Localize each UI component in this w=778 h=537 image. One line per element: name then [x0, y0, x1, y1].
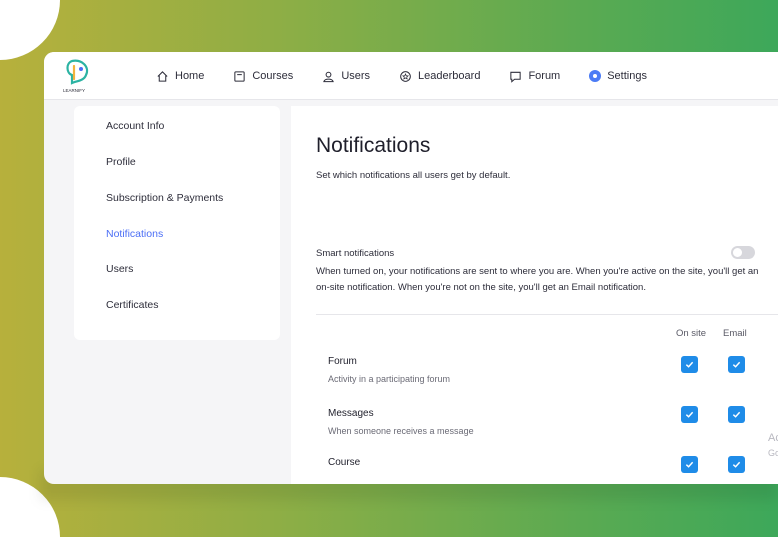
logo-text: LEARNIFY: [63, 88, 85, 93]
sidebar-item-notifications[interactable]: Notifications: [106, 228, 163, 240]
nav-courses[interactable]: Courses: [233, 70, 293, 83]
nav-settings-label: Settings: [607, 70, 647, 82]
course-onsite-checkbox[interactable]: [681, 456, 698, 473]
sidebar-item-users[interactable]: Users: [106, 263, 133, 275]
forum-email-checkbox[interactable]: [728, 356, 745, 373]
app-window: LEARNIFY Home Courses Users Leaderboard: [44, 52, 778, 484]
checkmark-icon: [685, 461, 694, 468]
row-messages-description: When someone receives a message: [328, 426, 474, 436]
activation-watermark-line2: Go: [768, 448, 778, 458]
row-course-title: Course: [328, 457, 361, 468]
sidebar-item-subscription-payments[interactable]: Subscription & Payments: [106, 192, 223, 204]
activation-watermark-line1: Ac: [768, 432, 778, 444]
nav-users-label: Users: [341, 70, 371, 82]
checkmark-icon: [685, 361, 694, 368]
forum-icon: [510, 71, 522, 83]
messages-email-checkbox[interactable]: [728, 406, 745, 423]
smart-notifications-label: Smart notifications: [316, 248, 395, 259]
row-forum-description: Activity in a participating forum: [328, 374, 451, 384]
sidebar-item-profile[interactable]: Profile: [106, 156, 136, 168]
users-icon: [323, 71, 335, 82]
section-divider: [316, 314, 778, 315]
page-title: Notifications: [316, 134, 431, 157]
checkmark-icon: [685, 411, 694, 418]
nav-items: Home Courses Users Leaderboard Forum Set…: [156, 52, 676, 100]
smart-notifications-toggle[interactable]: [731, 246, 755, 259]
nav-courses-label: Courses: [252, 70, 294, 82]
smart-notifications-description: When turned on, your notifications are s…: [316, 266, 759, 293]
courses-icon: [234, 70, 245, 82]
nav-home-label: Home: [175, 70, 205, 82]
nav-forum[interactable]: Forum: [509, 70, 560, 83]
nav-settings[interactable]: Settings: [589, 70, 647, 82]
sidebar-item-account-info[interactable]: Account Info: [106, 120, 164, 132]
column-header-onsite: On site: [676, 328, 707, 339]
checkmark-icon: [732, 411, 741, 418]
row-messages-title: Messages: [328, 408, 374, 419]
sidebar-item-certificates[interactable]: Certificates: [106, 299, 159, 311]
top-navigation-bar: LEARNIFY Home Courses Users Leaderboard: [44, 52, 778, 100]
course-email-checkbox[interactable]: [728, 456, 745, 473]
checkmark-icon: [732, 461, 741, 468]
row-forum-title: Forum: [328, 356, 357, 367]
column-header-email: Email: [723, 328, 747, 339]
forum-onsite-checkbox[interactable]: [681, 356, 698, 373]
nav-home[interactable]: Home: [156, 70, 204, 83]
notifications-panel: Notifications Set which notifications al…: [291, 106, 778, 484]
settings-sidebar: Account Info Profile Subscription & Paym…: [74, 106, 280, 340]
leaderboard-icon: [400, 70, 411, 82]
learnify-logo-icon[interactable]: LEARNIFY: [62, 57, 94, 95]
nav-leaderboard[interactable]: Leaderboard: [399, 70, 480, 83]
messages-onsite-checkbox[interactable]: [681, 406, 698, 423]
home-icon: [157, 70, 168, 82]
settings-icon: [589, 70, 602, 82]
nav-forum-label: Forum: [528, 70, 561, 82]
nav-users[interactable]: Users: [322, 70, 370, 83]
page-subtitle: Set which notifications all users get by…: [316, 170, 511, 181]
checkmark-icon: [732, 361, 741, 368]
nav-leaderboard-label: Leaderboard: [418, 70, 481, 82]
